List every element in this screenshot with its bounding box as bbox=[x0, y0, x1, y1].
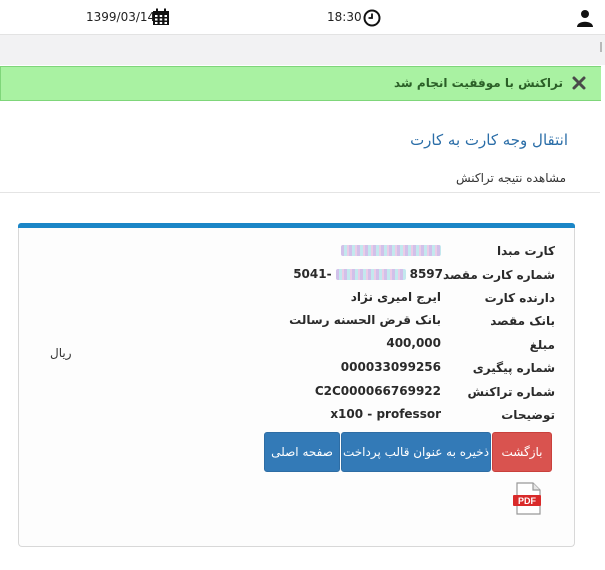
source-card-label: کارت مبدا bbox=[496, 244, 555, 258]
header-strip bbox=[0, 35, 605, 65]
card-holder-value: ایرج امیری نژاد bbox=[350, 290, 441, 304]
save-template-button[interactable]: ذخیره به عنوان قالب پرداخت bbox=[341, 432, 491, 472]
alert-message: تراکنش با موفقیت انجام شد bbox=[394, 76, 563, 90]
back-button[interactable]: بازگشت bbox=[492, 432, 552, 472]
current-date: 1399/03/14 bbox=[86, 10, 156, 24]
scrollbar[interactable] bbox=[600, 42, 602, 52]
masked-digits bbox=[335, 269, 406, 280]
transaction-number-label: شماره تراکنش bbox=[467, 385, 555, 399]
dest-card-start: 5041- bbox=[293, 267, 332, 281]
success-alert: تراکنش با موفقیت انجام شد bbox=[0, 66, 601, 101]
pdf-label: PDF bbox=[518, 496, 537, 506]
amount-value: 400,000 bbox=[386, 336, 441, 350]
page-title: انتقال وجه کارت به کارت bbox=[410, 131, 568, 149]
close-icon[interactable] bbox=[571, 75, 587, 91]
dest-bank-value: بانک قرض الحسنه رسالت bbox=[289, 313, 441, 327]
tracking-number-value: 000033099256 bbox=[340, 360, 441, 374]
page-subtitle: مشاهده نتیجه تراکنش bbox=[455, 171, 566, 185]
card-holder-label: دارنده کارت bbox=[484, 291, 555, 305]
home-button[interactable]: صفحه اصلی bbox=[264, 432, 340, 472]
masked-card-number bbox=[341, 245, 441, 256]
description-value: x100 - professor bbox=[330, 407, 441, 421]
top-bar: 1399/03/14 18:30 bbox=[0, 0, 605, 35]
divider bbox=[0, 192, 600, 193]
pdf-icon[interactable]: PDF bbox=[512, 482, 543, 516]
amount-label: مبلغ bbox=[529, 338, 555, 352]
current-time: 18:30 bbox=[327, 10, 362, 24]
user-icon[interactable] bbox=[576, 9, 594, 27]
dest-card-label: شماره کارت مقصد bbox=[443, 268, 555, 282]
transaction-number-value: C2C000066769922 bbox=[314, 384, 441, 398]
dest-bank-label: بانک مقصد bbox=[490, 314, 555, 328]
source-card-value bbox=[341, 243, 441, 257]
calendar-icon bbox=[153, 8, 169, 25]
dest-card-end: 8597 bbox=[409, 267, 443, 281]
currency-label: ریال bbox=[50, 346, 72, 360]
dest-card-value: 5041- 8597 bbox=[293, 267, 443, 281]
tracking-number-label: شماره پیگیری bbox=[472, 361, 555, 375]
clock-icon bbox=[363, 9, 381, 27]
card-accent-bar bbox=[18, 223, 575, 228]
description-label: توضیحات bbox=[501, 408, 555, 422]
